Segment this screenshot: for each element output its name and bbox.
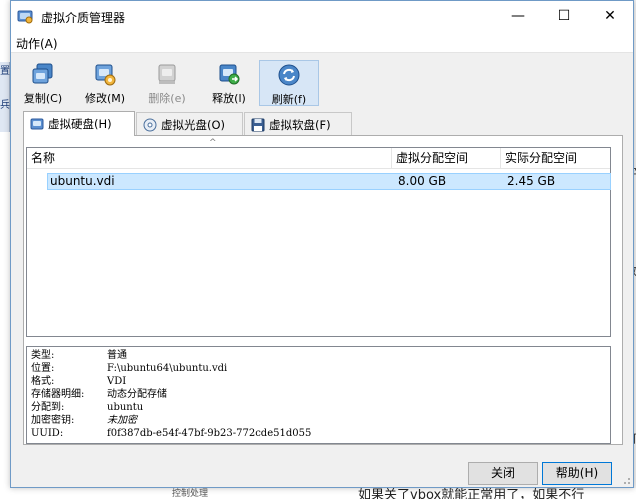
row-name: ubuntu.vdi <box>50 174 115 188</box>
optical-disk-icon <box>143 118 157 131</box>
detail-key: 加密密钥: <box>31 415 75 426</box>
detail-value: VDI <box>107 376 127 387</box>
hard-disk-icon <box>30 118 44 130</box>
detail-key: 分配到: <box>31 402 65 413</box>
detail-value: ubuntu <box>107 402 144 413</box>
release-disk-icon <box>219 64 240 85</box>
menu-item-actions[interactable]: 动作(A) <box>16 35 58 52</box>
copy-disk-icon <box>32 63 53 84</box>
modify-disk-icon <box>95 64 116 86</box>
refresh-label: 刷新(f) <box>271 93 307 106</box>
virtualbox-disk-icon <box>17 10 33 24</box>
help-button[interactable]: 帮助(H) <box>542 462 612 485</box>
minimize-button[interactable]: — <box>495 1 541 31</box>
release-button[interactable]: 释放(l) <box>201 60 257 106</box>
tab-content-panel: ^ 名称 虚拟分配空间 实际分配空间 ubuntu.vdi 8.00 GB 2.… <box>23 135 623 445</box>
detail-key: 存储器明细: <box>31 389 85 400</box>
resize-grip-icon[interactable] <box>621 475 631 485</box>
tab-optical-disks-label: 虚拟光盘(O) <box>161 117 226 132</box>
detail-value: 普通 <box>107 350 127 361</box>
background-left-glyph-1: 置 <box>0 66 10 77</box>
tab-floppy-disks-label: 虚拟软盘(F) <box>269 117 331 132</box>
release-label: 释放(l) <box>212 92 246 105</box>
background-app-bottom-edge: 控制处理 如果关了vbox就能正常用了，如果不行 <box>0 488 636 499</box>
column-header-virtual-size[interactable]: 虚拟分配空间 <box>392 148 501 169</box>
list-header: ^ 名称 虚拟分配空间 实际分配空间 <box>27 138 610 169</box>
maximize-button[interactable]: ☐ <box>541 1 587 31</box>
detail-key: 类型: <box>31 350 55 361</box>
delete-label: 删除(e) <box>148 92 186 105</box>
column-header-name[interactable]: 名称 <box>27 148 392 169</box>
refresh-button[interactable]: 刷新(f) <box>259 60 319 106</box>
close-window-button[interactable]: ✕ <box>587 1 633 31</box>
virtual-media-manager-dialog: 虚拟介质管理器 — ☐ ✕ 动作(A) 复制(C) 修改(M) 删除(e) 释放… <box>10 0 634 488</box>
detail-value: 动态分配存储 <box>107 389 167 400</box>
background-app-left-edge: 置 兵 <box>0 62 10 132</box>
tab-hard-disks-label: 虚拟硬盘(H) <box>48 117 112 131</box>
delete-button[interactable]: 删除(e) <box>139 60 195 106</box>
tab-optical-disks[interactable]: 虚拟光盘(O) <box>136 112 243 136</box>
detail-key: UUID: <box>31 428 64 439</box>
row-virtual-size: 8.00 GB <box>398 174 447 188</box>
refresh-icon <box>278 64 300 86</box>
table-row[interactable]: ubuntu.vdi 8.00 GB 2.45 GB <box>47 173 611 190</box>
delete-disk-icon <box>158 64 176 84</box>
detail-key: 格式: <box>31 376 55 387</box>
detail-value: f0f387db-e54f-47bf-9b23-772cde51d055 <box>107 428 312 439</box>
close-button[interactable]: 关闭 <box>468 462 538 485</box>
menu-bar: 动作(A) <box>11 31 633 53</box>
detail-key: 位置: <box>31 363 55 374</box>
sort-indicator-icon: ^ <box>209 138 217 148</box>
hard-disk-list[interactable]: ^ 名称 虚拟分配空间 实际分配空间 ubuntu.vdi 8.00 GB 2.… <box>26 138 611 337</box>
copy-button[interactable]: 复制(C) <box>15 60 71 106</box>
modify-button[interactable]: 修改(M) <box>77 60 133 106</box>
tab-floppy-disks[interactable]: 虚拟软盘(F) <box>244 112 352 136</box>
row-actual-size: 2.45 GB <box>507 174 556 188</box>
window-title: 虚拟介质管理器 <box>41 11 126 25</box>
background-left-glyph-2: 兵 <box>0 100 10 111</box>
details-pane: 类型: 普通 位置: F:\ubuntu64\ubuntu.vdi 格式: VD… <box>26 346 611 444</box>
copy-label: 复制(C) <box>23 92 63 105</box>
column-header-actual-size[interactable]: 实际分配空间 <box>501 148 610 169</box>
toolbar: 复制(C) 修改(M) 删除(e) 释放(l) 刷新(f) <box>11 54 633 108</box>
title-bar[interactable]: 虚拟介质管理器 — ☐ ✕ <box>11 1 633 31</box>
detail-value: F:\ubuntu64\ubuntu.vdi <box>107 363 228 374</box>
floppy-disk-icon <box>251 118 265 131</box>
modify-label: 修改(M) <box>84 92 126 105</box>
detail-value: 未加密 <box>107 415 137 426</box>
tab-hard-disks[interactable]: 虚拟硬盘(H) <box>23 111 135 136</box>
